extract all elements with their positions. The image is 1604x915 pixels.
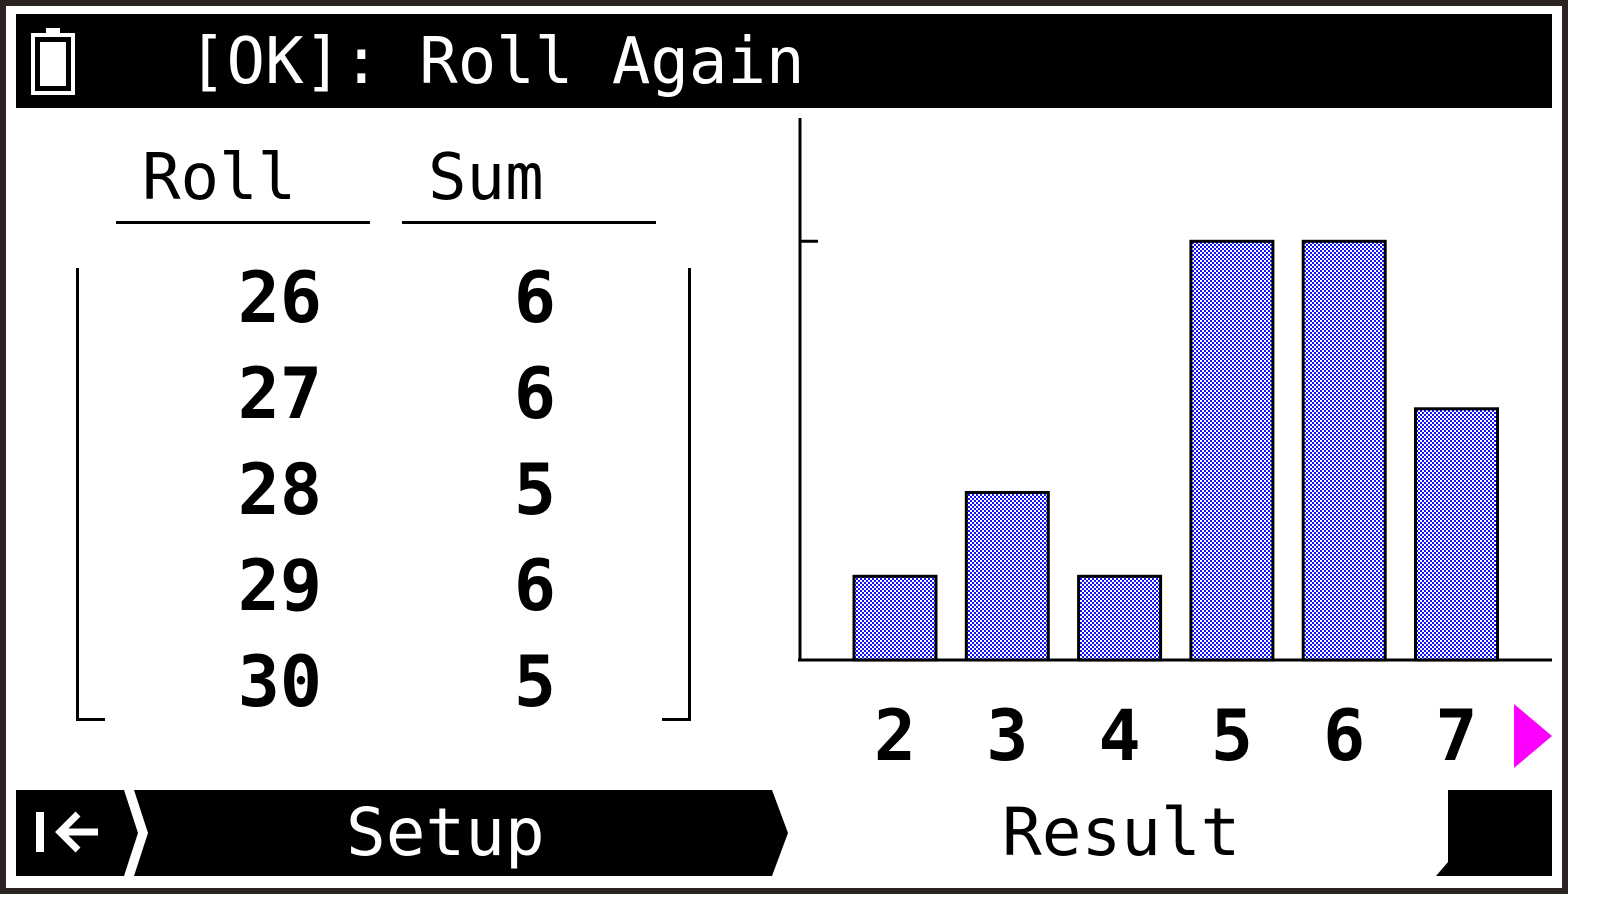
calculator-screen: [OK]: Roll Again Roll Sum 26 6 27 6 28 5… — [0, 0, 1568, 894]
sum-cell: 5 — [513, 641, 556, 723]
table-bracket-left — [76, 268, 105, 721]
column-header-sum: Sum — [428, 141, 544, 215]
bar-4 — [1077, 574, 1163, 662]
bar-2 — [852, 574, 938, 662]
histogram-chart: 234567 — [798, 118, 1552, 774]
x-tick-label: 5 — [1211, 695, 1253, 774]
sum-cell: 5 — [513, 449, 556, 531]
back-to-start-icon[interactable] — [32, 800, 108, 864]
bar-3 — [964, 491, 1050, 662]
title-text: [OK]: Roll Again — [188, 25, 805, 99]
roll-cell: 27 — [237, 353, 322, 435]
table-bracket-right — [662, 268, 691, 721]
tab-setup-label: Setup — [346, 794, 545, 871]
x-tick-label: 4 — [1099, 695, 1141, 774]
x-tick-label: 2 — [874, 695, 916, 774]
header-underline-roll — [116, 221, 370, 224]
scroll-right-arrow-icon[interactable] — [1514, 704, 1552, 768]
column-header-roll: Roll — [142, 141, 297, 215]
roll-cell: 28 — [237, 449, 322, 531]
sum-cell: 6 — [513, 545, 556, 627]
roll-cell: 29 — [237, 545, 322, 627]
tab-bar: Setup Result — [16, 790, 1552, 876]
x-tick-label: 6 — [1323, 695, 1365, 774]
roll-cell: 30 — [237, 641, 322, 723]
tab-result[interactable]: Result — [1002, 790, 1240, 876]
x-tick-label: 3 — [986, 695, 1028, 774]
header-underline-sum — [402, 221, 656, 224]
bar-5 — [1189, 239, 1275, 662]
tab-extra-block — [1436, 790, 1552, 876]
bar-6 — [1301, 239, 1387, 662]
bar-7 — [1414, 407, 1499, 662]
sum-cell: 6 — [513, 257, 556, 339]
battery-icon — [31, 28, 75, 95]
roll-cell: 26 — [237, 257, 322, 339]
sum-cell: 6 — [513, 353, 556, 435]
x-tick-label: 7 — [1435, 695, 1477, 774]
title-bar: [OK]: Roll Again — [16, 14, 1552, 108]
